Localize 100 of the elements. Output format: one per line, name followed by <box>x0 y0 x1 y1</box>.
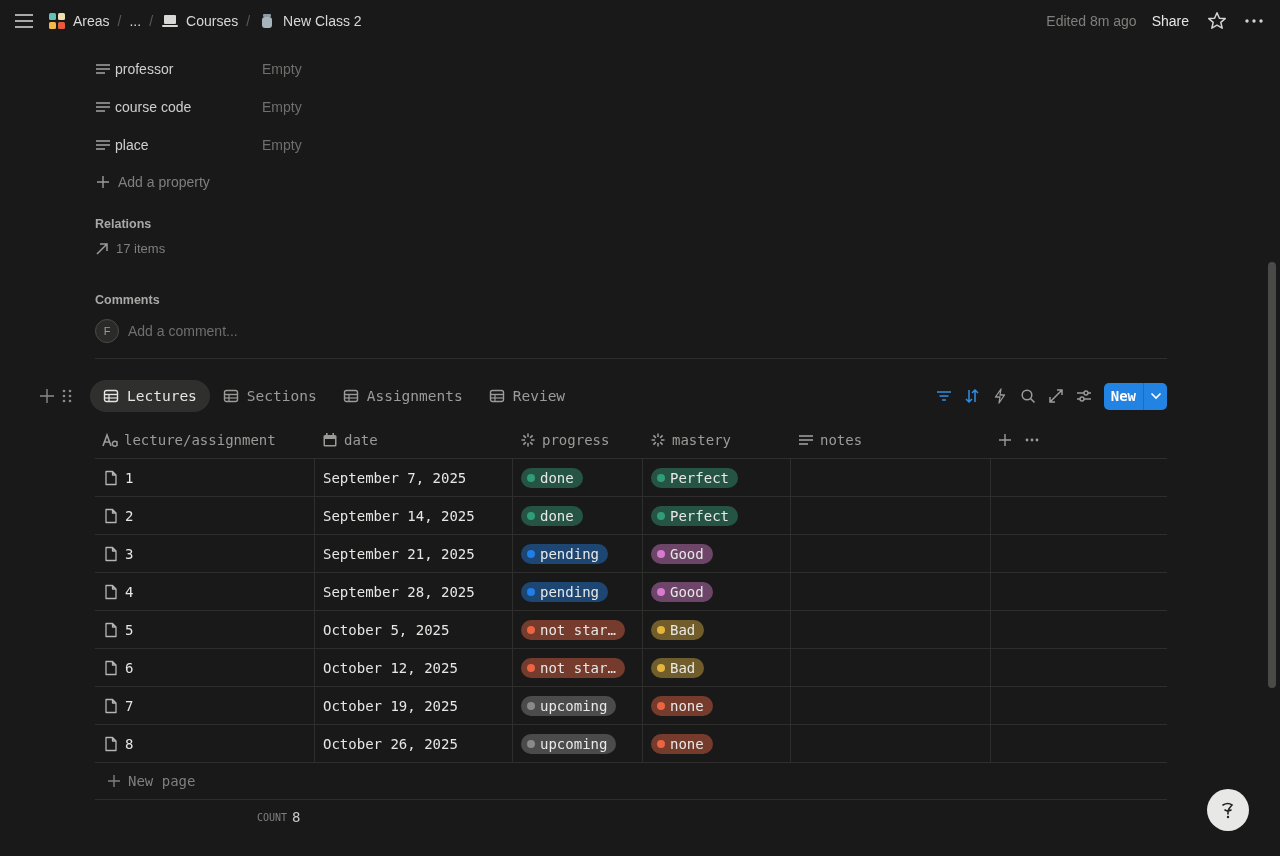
relation-link[interactable]: 17 items <box>95 241 1167 256</box>
status-tag[interactable]: Good <box>651 543 713 564</box>
status-tag[interactable]: pending <box>521 543 608 564</box>
status-tag[interactable]: upcoming <box>521 733 617 754</box>
plus-icon <box>96 175 110 189</box>
breadcrumb-separator: / <box>149 13 154 29</box>
status-tag[interactable]: none <box>651 695 713 716</box>
avatar: F <box>95 319 119 343</box>
status-tag[interactable]: Bad <box>651 657 705 678</box>
page-title-cell[interactable]: 8 <box>95 725 315 762</box>
page-icon <box>103 659 119 676</box>
view-tab[interactable]: Sections <box>209 380 330 412</box>
page-icon <box>103 469 119 486</box>
chevron-down-icon <box>1149 392 1162 400</box>
text-type-icon <box>102 432 118 448</box>
text-lines-icon <box>95 137 111 153</box>
drag-handle-icon[interactable] <box>62 389 72 403</box>
view-tab[interactable]: Assignments <box>329 380 476 412</box>
grid-icon <box>48 12 66 30</box>
breadcrumb-link[interactable]: ... <box>129 13 142 29</box>
view-tab[interactable]: Review <box>475 380 579 412</box>
date-cell: September 21, 2025 <box>315 535 513 572</box>
column-header[interactable]: date <box>315 422 513 458</box>
page-title-cell[interactable]: 6 <box>95 649 315 686</box>
table-icon <box>103 388 119 404</box>
page-title-cell[interactable]: 5 <box>95 611 315 648</box>
expand-icon[interactable] <box>1047 388 1064 404</box>
breadcrumb-link[interactable]: Courses <box>161 12 239 30</box>
page-title-cell[interactable]: 2 <box>95 497 315 534</box>
view-tab[interactable]: Lectures <box>90 380 210 412</box>
more-icon[interactable] <box>1025 438 1039 442</box>
status-tag[interactable]: pending <box>521 581 608 602</box>
date-cell: October 19, 2025 <box>315 687 513 724</box>
status-tag[interactable]: Perfect <box>651 505 738 526</box>
page-title-cell[interactable]: 4 <box>95 573 315 610</box>
text-lines-icon <box>95 99 111 115</box>
new-button[interactable]: New <box>1103 382 1143 410</box>
scrollbar[interactable] <box>1268 262 1276 688</box>
page-title-cell[interactable]: 3 <box>95 535 315 572</box>
count-label: COUNT <box>257 811 288 823</box>
plus-icon <box>108 775 120 787</box>
date-cell: October 26, 2025 <box>315 725 513 762</box>
help-button[interactable] <box>1207 789 1249 831</box>
status-tag[interactable]: Bad <box>651 619 705 640</box>
status-tag[interactable]: done <box>521 505 583 526</box>
breadcrumb-link[interactable]: Areas <box>48 12 110 30</box>
text-lines-icon <box>798 432 814 448</box>
edited-time: Edited 8m ago <box>1046 13 1137 29</box>
text-lines-icon <box>95 61 111 77</box>
plus-icon[interactable] <box>40 389 54 403</box>
status-tag[interactable]: upcoming <box>521 695 617 716</box>
date-cell: October 5, 2025 <box>315 611 513 648</box>
status-tag[interactable]: Good <box>651 581 713 602</box>
settings-icon[interactable] <box>1075 388 1092 404</box>
menu-icon[interactable] <box>15 14 33 28</box>
date-cell: October 12, 2025 <box>315 649 513 686</box>
new-page-button[interactable]: New page <box>95 763 1167 800</box>
arrow-up-right-icon <box>95 241 109 256</box>
date-cell: September 14, 2025 <box>315 497 513 534</box>
status-tag[interactable]: Perfect <box>651 467 738 488</box>
page-icon <box>103 735 119 752</box>
column-header[interactable]: progress <box>513 422 643 458</box>
more-icon[interactable] <box>1245 19 1263 23</box>
breadcrumb-link[interactable]: New Class 2 <box>258 12 362 30</box>
column-header[interactable]: lecture/assignment <box>95 422 315 458</box>
status-icon <box>650 432 666 448</box>
page-icon <box>103 545 119 562</box>
comment-input[interactable]: Add a comment... <box>128 323 428 339</box>
page-icon <box>103 583 119 600</box>
status-tag[interactable]: done <box>521 467 583 488</box>
page-title-cell[interactable]: 7 <box>95 687 315 724</box>
column-header[interactable]: mastery <box>643 422 791 458</box>
page-icon <box>103 621 119 638</box>
sort-icon[interactable] <box>963 388 980 404</box>
share-button[interactable]: Share <box>1151 13 1189 29</box>
page-icon <box>103 697 119 714</box>
search-icon[interactable] <box>1019 388 1036 404</box>
breadcrumb-separator: / <box>117 13 122 29</box>
count-value: 8 <box>292 809 301 825</box>
status-tag[interactable]: none <box>651 733 713 754</box>
status-tag[interactable]: not star… <box>521 619 625 640</box>
section-heading: Comments <box>95 293 161 307</box>
section-heading: Relations <box>95 217 153 231</box>
page-icon <box>103 507 119 524</box>
filter-icon[interactable] <box>935 388 952 404</box>
property-name[interactable]: place <box>95 137 262 153</box>
laptop-icon <box>161 12 180 30</box>
calendar-icon <box>322 432 338 448</box>
plus-icon[interactable] <box>999 434 1011 446</box>
table-icon <box>488 388 505 404</box>
dropdown-button[interactable] <box>1143 382 1167 410</box>
page-title-cell[interactable]: 1 <box>95 459 315 496</box>
column-header[interactable]: notes <box>791 422 991 458</box>
star-icon[interactable] <box>1207 11 1227 31</box>
status-icon <box>520 432 536 448</box>
property-name[interactable]: course code <box>95 99 262 115</box>
property-name[interactable]: professor <box>95 61 262 77</box>
status-tag[interactable]: not star… <box>521 657 625 678</box>
table-icon <box>342 388 359 404</box>
add-property-button[interactable]: Add a property <box>95 164 1167 200</box>
